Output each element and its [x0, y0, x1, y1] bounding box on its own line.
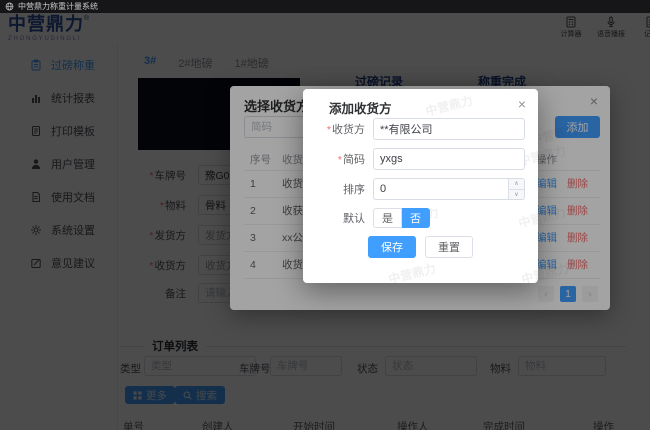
close-icon[interactable]: ×	[518, 97, 526, 111]
sort-field-label: 排序	[343, 184, 365, 196]
required-mark: *	[338, 154, 342, 166]
sort-number-input[interactable]	[373, 178, 525, 200]
add-receiver-dialog: 中营鼎力 中营鼎力 中营鼎力 中营鼎力 中营鼎力 中营鼎力 添加收货方 × *收…	[303, 89, 538, 283]
field-default: 默认 是 否	[309, 206, 525, 230]
screen: 中营鼎力称重计量系统 中营鼎力® ZHONGYUDINGLI 计算器 语音播报 …	[0, 0, 650, 430]
add-dialog-title: 添加收货方	[329, 98, 392, 117]
field-code: *简码	[309, 147, 525, 171]
stepper-down-icon[interactable]: ∨	[509, 190, 524, 200]
default-yes-toggle[interactable]: 是	[373, 208, 402, 228]
watermark: 中营鼎力	[424, 91, 475, 119]
default-field-label: 默认	[343, 213, 365, 225]
required-mark: *	[327, 124, 331, 136]
stepper-up-icon[interactable]: ∧	[509, 179, 524, 190]
receiver-name-input[interactable]	[373, 118, 525, 140]
field-sort: 排序 ∧ ∨	[309, 177, 525, 201]
short-code-input[interactable]	[373, 148, 525, 170]
dialog-actions: 保存 重置	[368, 235, 525, 259]
receiver-field-label: 收货方	[332, 124, 365, 136]
app-window: 中营鼎力® ZHONGYUDINGLI 计算器 语音播报 记录 过磅称重	[0, 13, 650, 430]
save-button[interactable]: 保存	[368, 236, 416, 258]
browser-titlebar: 中营鼎力称重计量系统	[0, 0, 650, 13]
code-field-label: 简码	[343, 154, 365, 166]
globe-icon	[5, 2, 14, 11]
number-stepper: ∧ ∨	[508, 179, 524, 199]
field-receiver: *收货方	[309, 117, 525, 141]
reset-button[interactable]: 重置	[425, 236, 473, 258]
default-no-toggle[interactable]: 否	[402, 208, 430, 228]
browser-title: 中营鼎力称重计量系统	[18, 1, 98, 12]
